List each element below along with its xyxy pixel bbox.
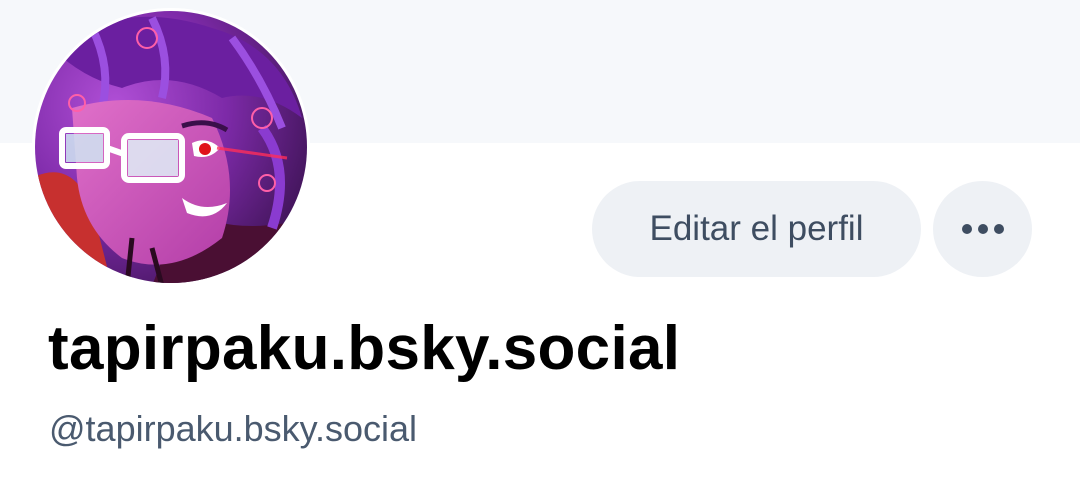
profile-display-name: tapirpaku.bsky.social (48, 314, 681, 383)
edit-profile-label: Editar el perfil (649, 209, 864, 248)
more-options-button[interactable] (933, 181, 1032, 277)
avatar[interactable] (32, 8, 310, 286)
profile-handle: @tapirpaku.bsky.social (49, 408, 418, 449)
edit-profile-button[interactable]: Editar el perfil (592, 181, 921, 277)
profile-header: Editar el perfil tapirpaku.bsky.social @… (0, 0, 1080, 479)
ellipsis-icon (961, 224, 1004, 234)
avatar-image (35, 11, 307, 283)
